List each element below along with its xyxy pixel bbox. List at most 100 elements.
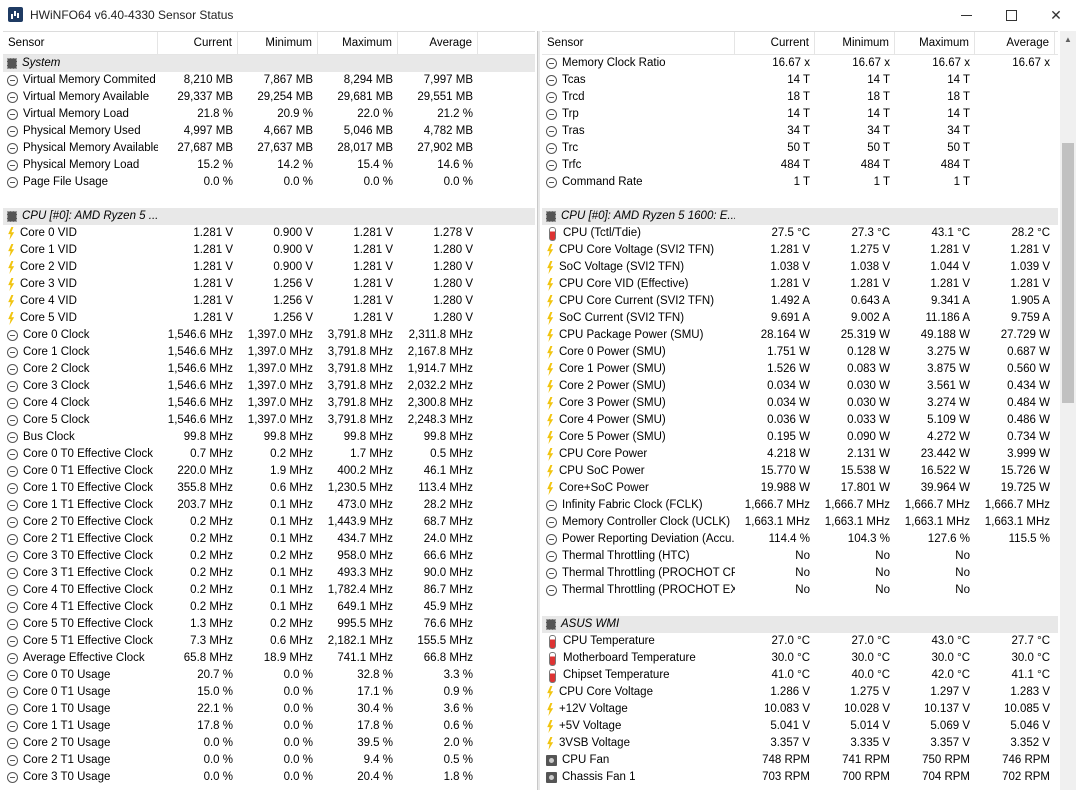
header-maximum[interactable]: Maximum <box>318 32 398 54</box>
sensor-row[interactable]: Memory Controller Clock (UCLK) 1,663.1 MH… <box>542 514 1058 531</box>
sensor-row[interactable]: CPU Core VID (Effective) 1.281 V 1.281 V 1.… <box>542 276 1058 293</box>
sensor-row[interactable]: CPU (Tctl/Tdie) 27.5 °C 27.3 °C 43.1 °C 28.2… <box>542 225 1058 242</box>
sensor-row[interactable]: Core 3 T1 Effective Clock 0.2 MHz 0.1 MHz 4… <box>3 565 535 582</box>
sensor-row[interactable]: Core 0 T1 Effective Clock 220.0 MHz 1.9 MH… <box>3 463 535 480</box>
sensor-row[interactable]: Core 4 Clock 1,546.6 MHz 1,397.0 MHz 3,791.… <box>3 395 535 412</box>
header-minimum[interactable]: Minimum <box>815 32 895 54</box>
header-average[interactable]: Average <box>975 32 1055 54</box>
sensor-row[interactable]: Core 0 Power (SMU) 1.751 W 0.128 W 3.275 W 0… <box>542 344 1058 361</box>
sensor-row[interactable]: Virtual Memory Commited 8,210 MB 7,867 MB 8… <box>3 72 535 89</box>
sensor-row[interactable]: CPU Fan 748 RPM 741 RPM 750 RPM 746 RPM <box>542 752 1058 769</box>
sensor-row[interactable]: Core 5 VID 1.281 V 1.256 V 1.281 V 1.280 V <box>3 310 535 327</box>
sensor-row[interactable]: Core 5 T0 Effective Clock 1.3 MHz 0.2 MHz 9… <box>3 616 535 633</box>
sensor-row[interactable]: CPU Core Power 4.218 W 2.131 W 23.442 W 3.99… <box>542 446 1058 463</box>
sensor-row[interactable]: Physical Memory Load 15.2 % 14.2 % 15.4 % 14… <box>3 157 535 174</box>
sensor-row[interactable]: Bus Clock 99.8 MHz 99.8 MHz 99.8 MHz 99.8 MH… <box>3 429 535 446</box>
sensor-row[interactable]: Core 4 T0 Effective Clock 0.2 MHz 0.1 MHz 1… <box>3 582 535 599</box>
sensor-row[interactable]: Core 0 T1 Usage 15.0 % 0.0 % 17.1 % 0.9 % <box>3 684 535 701</box>
sensor-row[interactable]: Command Rate 1 T 1 T 1 T <box>542 174 1058 191</box>
sensor-row[interactable]: Core 2 VID 1.281 V 0.900 V 1.281 V 1.280 V <box>3 259 535 276</box>
sensor-row[interactable]: SoC Voltage (SVI2 TFN) 1.038 V 1.038 V 1.04… <box>542 259 1058 276</box>
sensor-row[interactable]: Core 3 T0 Usage 0.0 % 0.0 % 20.4 % 1.8 % <box>3 769 535 786</box>
sensor-row[interactable]: Virtual Memory Available 29,337 MB 29,254 … <box>3 89 535 106</box>
header-sensor[interactable]: Sensor <box>3 32 158 54</box>
sensor-group-row[interactable]: CPU [#0]: AMD Ryzen 5 ... <box>3 208 535 225</box>
sensor-row[interactable]: Thermal Throttling (HTC) No No No <box>542 548 1058 565</box>
sensor-row[interactable]: CPU Package Power (SMU) 28.164 W 25.319 W 4… <box>542 327 1058 344</box>
sensor-row[interactable]: +5V Voltage 5.041 V 5.014 V 5.069 V 5.046 V <box>542 718 1058 735</box>
sensor-row[interactable]: Core 3 Power (SMU) 0.034 W 0.030 W 3.274 W 0… <box>542 395 1058 412</box>
sensor-row[interactable]: Trc 50 T 50 T 50 T <box>542 140 1058 157</box>
sensor-group-row[interactable]: ASUS WMI <box>542 616 1058 633</box>
sensor-row[interactable]: Infinity Fabric Clock (FCLK) 1,666.7 MHz 1… <box>542 497 1058 514</box>
sensor-row[interactable]: Core 2 T0 Usage 0.0 % 0.0 % 39.5 % 2.0 % <box>3 735 535 752</box>
sensor-row[interactable]: Tras 34 T 34 T 34 T <box>542 123 1058 140</box>
sensor-row[interactable]: 3VSB Voltage 3.357 V 3.335 V 3.357 V 3.352 V <box>542 735 1058 752</box>
sensor-row[interactable]: Core 2 T1 Effective Clock 0.2 MHz 0.1 MHz 4… <box>3 531 535 548</box>
sensor-group-row[interactable]: CPU [#0]: AMD Ryzen 5 1600: E... <box>542 208 1058 225</box>
minimize-button[interactable] <box>943 0 989 30</box>
sensor-row[interactable]: Core 5 Clock 1,546.6 MHz 1,397.0 MHz 3,791.… <box>3 412 535 429</box>
sensor-row[interactable]: Core+SoC Power 19.988 W 17.801 W 39.964 W 19… <box>542 480 1058 497</box>
sensor-row[interactable]: CPU Core Current (SVI2 TFN) 1.492 A 0.643 … <box>542 293 1058 310</box>
sensor-row[interactable]: Trcd 18 T 18 T 18 T <box>542 89 1058 106</box>
sensor-row[interactable]: Core 3 T0 Effective Clock 0.2 MHz 0.2 MHz 9… <box>3 548 535 565</box>
header-current[interactable]: Current <box>158 32 238 54</box>
sensor-row[interactable]: Thermal Throttling (PROCHOT EXT) No No No <box>542 582 1058 599</box>
sensor-row[interactable]: Core 0 T0 Usage 20.7 % 0.0 % 32.8 % 3.3 % <box>3 667 535 684</box>
sensor-row[interactable]: Core 5 Power (SMU) 0.195 W 0.090 W 4.272 W 0… <box>542 429 1058 446</box>
close-button[interactable]: ✕ <box>1033 0 1076 30</box>
sensor-row[interactable]: Physical Memory Used 4,997 MB 4,667 MB 5,04… <box>3 123 535 140</box>
sensor-row[interactable]: Core 1 T1 Usage 17.8 % 0.0 % 17.8 % 0.6 % <box>3 718 535 735</box>
sensor-row[interactable]: Core 2 Clock 1,546.6 MHz 1,397.0 MHz 3,791.… <box>3 361 535 378</box>
sensor-row[interactable]: Tcas 14 T 14 T 14 T <box>542 72 1058 89</box>
sensor-row[interactable]: Core 3 VID 1.281 V 1.256 V 1.281 V 1.280 V <box>3 276 535 293</box>
sensor-row[interactable]: Average Effective Clock 65.8 MHz 18.9 MHz 7… <box>3 650 535 667</box>
sensor-row[interactable]: Core 0 T0 Effective Clock 0.7 MHz 0.2 MHz 1… <box>3 446 535 463</box>
right-sensor-pane[interactable]: Sensor Current Minimum Maximum Average M… <box>542 31 1058 791</box>
sensor-row[interactable]: CPU Temperature 27.0 °C 27.0 °C 43.0 °C 27.7… <box>542 633 1058 650</box>
sensor-row[interactable]: CPU SoC Power 15.770 W 15.538 W 16.522 W 15.… <box>542 463 1058 480</box>
sensor-row[interactable]: Core 5 T1 Effective Clock 7.3 MHz 0.6 MHz 2… <box>3 633 535 650</box>
vertical-scrollbar[interactable]: ▲ <box>1060 31 1076 790</box>
sensor-row[interactable]: Power Reporting Deviation (Accu... 114.4 … <box>542 531 1058 548</box>
pane-splitter[interactable] <box>537 31 540 790</box>
sensor-row[interactable]: Core 1 VID 1.281 V 0.900 V 1.281 V 1.280 V <box>3 242 535 259</box>
header-average[interactable]: Average <box>398 32 478 54</box>
sensor-row[interactable]: SoC Current (SVI2 TFN) 9.691 A 9.002 A 11.1… <box>542 310 1058 327</box>
sensor-row[interactable]: Memory Clock Ratio 16.67 x 16.67 x 16.67 x 1… <box>542 55 1058 72</box>
sensor-row[interactable]: Core 1 Power (SMU) 1.526 W 0.083 W 3.875 W 0… <box>542 361 1058 378</box>
sensor-row[interactable]: Chipset Temperature 41.0 °C 40.0 °C 42.0 °C… <box>542 667 1058 684</box>
sensor-row[interactable]: Trp 14 T 14 T 14 T <box>542 106 1058 123</box>
maximize-button[interactable] <box>988 0 1034 30</box>
sensor-row[interactable]: Core 4 Power (SMU) 0.036 W 0.033 W 5.109 W 0… <box>542 412 1058 429</box>
sensor-row[interactable]: +12V Voltage 10.083 V 10.028 V 10.137 V 10.0… <box>542 701 1058 718</box>
sensor-row[interactable]: Virtual Memory Load 21.8 % 20.9 % 22.0 % 21.… <box>3 106 535 123</box>
header-minimum[interactable]: Minimum <box>238 32 318 54</box>
sensor-row[interactable]: CPU Core Voltage (SVI2 TFN) 1.281 V 1.275 … <box>542 242 1058 259</box>
sensor-row[interactable]: Core 0 Clock 1,546.6 MHz 1,397.0 MHz 3,791.… <box>3 327 535 344</box>
sensor-row[interactable]: Core 2 T1 Usage 0.0 % 0.0 % 9.4 % 0.5 % <box>3 752 535 769</box>
sensor-row[interactable]: Chassis Fan 1 703 RPM 700 RPM 704 RPM 702 RP… <box>542 769 1058 786</box>
header-sensor[interactable]: Sensor <box>542 32 735 54</box>
sensor-row[interactable]: Core 1 T0 Usage 22.1 % 0.0 % 30.4 % 3.6 % <box>3 701 535 718</box>
sensor-row[interactable]: Core 0 VID 1.281 V 0.900 V 1.281 V 1.278 V <box>3 225 535 242</box>
sensor-row[interactable]: Core 1 T0 Effective Clock 355.8 MHz 0.6 MH… <box>3 480 535 497</box>
sensor-row[interactable]: Core 1 Clock 1,546.6 MHz 1,397.0 MHz 3,791.… <box>3 344 535 361</box>
sensor-row[interactable]: Core 2 Power (SMU) 0.034 W 0.030 W 3.561 W 0… <box>542 378 1058 395</box>
sensor-row[interactable]: Core 4 VID 1.281 V 1.256 V 1.281 V 1.280 V <box>3 293 535 310</box>
sensor-row[interactable]: Core 4 T1 Effective Clock 0.2 MHz 0.1 MHz 6… <box>3 599 535 616</box>
scroll-up-arrow-icon[interactable]: ▲ <box>1060 31 1076 47</box>
sensor-row[interactable]: Core 2 T0 Effective Clock 0.2 MHz 0.1 MHz 1… <box>3 514 535 531</box>
sensor-row[interactable]: Trfc 484 T 484 T 484 T <box>542 157 1058 174</box>
header-maximum[interactable]: Maximum <box>895 32 975 54</box>
sensor-row[interactable]: Thermal Throttling (PROCHOT CPU) No No No <box>542 565 1058 582</box>
sensor-row[interactable]: Core 1 T1 Effective Clock 203.7 MHz 0.1 MH… <box>3 497 535 514</box>
header-current[interactable]: Current <box>735 32 815 54</box>
scroll-thumb[interactable] <box>1062 143 1074 403</box>
left-sensor-pane[interactable]: Sensor Current Minimum Maximum Average S… <box>3 31 535 791</box>
sensor-group-row[interactable]: System <box>3 55 535 72</box>
sensor-row[interactable]: Page File Usage 0.0 % 0.0 % 0.0 % 0.0 % <box>3 174 535 191</box>
sensor-row[interactable]: CPU Core Voltage 1.286 V 1.275 V 1.297 V 1.2… <box>542 684 1058 701</box>
sensor-row[interactable]: Core 3 Clock 1,546.6 MHz 1,397.0 MHz 3,791.… <box>3 378 535 395</box>
